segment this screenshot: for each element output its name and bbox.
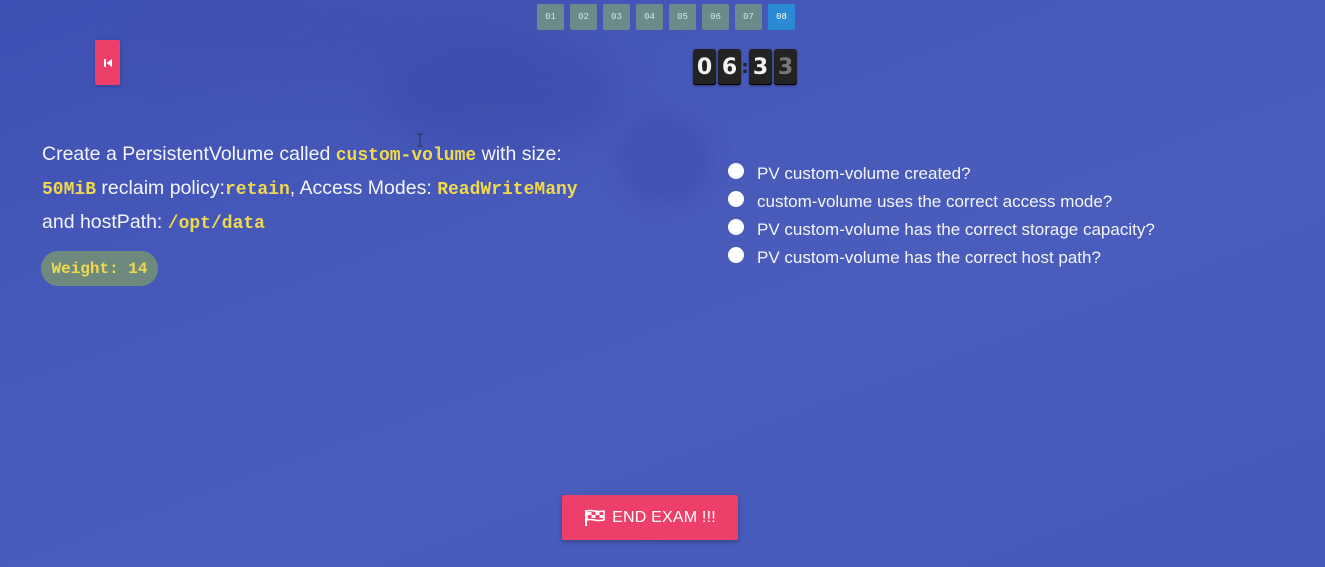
timer-digit: 3 — [774, 49, 797, 85]
weight-badge: Weight: 14 — [41, 251, 158, 286]
skip-back-icon — [102, 57, 114, 69]
end-exam-button[interactable]: END EXAM !!! — [562, 495, 738, 540]
question-button-07[interactable]: 07 — [735, 4, 762, 30]
code-size: 50MiB — [42, 180, 97, 200]
code-reclaim-policy: retain — [224, 180, 290, 200]
timer-digit: 6 — [718, 49, 741, 85]
question-button-06[interactable]: 06 — [702, 4, 729, 30]
question-text-part: reclaim policy: — [96, 177, 225, 199]
checklist-item: PV custom-volume created? — [728, 160, 1155, 188]
checklist-item: PV custom-volume has the correct storage… — [728, 216, 1155, 244]
timer-digit: 3 — [749, 49, 772, 85]
code-volume-name: custom-volume — [335, 146, 477, 166]
question-button-02[interactable]: 02 — [570, 4, 597, 30]
checklist-item-label: PV custom-volume has the correct storage… — [757, 220, 1155, 239]
radio-circle-icon — [728, 247, 744, 263]
checklist-item: PV custom-volume has the correct host pa… — [728, 244, 1155, 272]
radio-circle-icon — [728, 191, 744, 207]
countdown-timer: 0 6 : 3 3 — [693, 49, 797, 85]
code-host-path: /opt/data — [167, 214, 265, 234]
previous-question-button[interactable] — [95, 40, 120, 85]
question-text-part: Create a PersistentVolume called — [42, 143, 336, 165]
question-button-03[interactable]: 03 — [603, 4, 630, 30]
question-text-part: and hostPath: — [42, 211, 168, 233]
timer-digit: 0 — [693, 49, 716, 85]
question-nav: 01 02 03 04 05 06 07 08 — [537, 4, 795, 30]
question-button-08[interactable]: 08 — [768, 4, 795, 30]
checklist-item: custom-volume uses the correct access mo… — [728, 188, 1155, 216]
checklist-item-label: custom-volume uses the correct access mo… — [757, 192, 1113, 211]
question-button-04[interactable]: 04 — [636, 4, 663, 30]
question-button-01[interactable]: 01 — [537, 4, 564, 30]
timer-separator: : — [741, 56, 749, 78]
flag-checkered-icon — [584, 509, 606, 527]
question-text-part: , Access Modes: — [289, 177, 438, 199]
checklist-item-label: PV custom-volume has the correct host pa… — [757, 248, 1101, 267]
radio-circle-icon — [728, 163, 744, 179]
question-text: Create a PersistentVolume called custom-… — [42, 138, 642, 240]
question-button-05[interactable]: 05 — [669, 4, 696, 30]
end-exam-label: END EXAM !!! — [612, 508, 716, 526]
radio-circle-icon — [728, 219, 744, 235]
question-text-part: with size: — [476, 143, 562, 165]
checklist-item-label: PV custom-volume created? — [757, 164, 971, 183]
task-checklist: PV custom-volume created? custom-volume … — [728, 160, 1155, 272]
code-access-mode: ReadWriteMany — [437, 180, 578, 200]
